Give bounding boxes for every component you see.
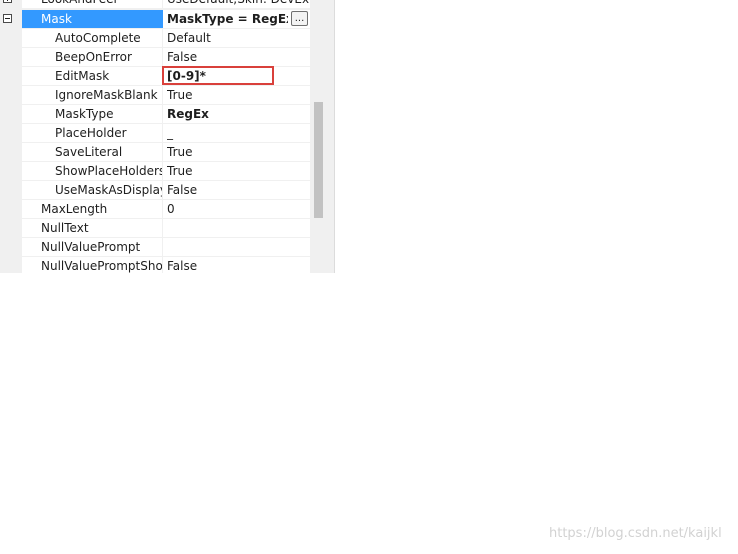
property-value[interactable]: Default [167,29,310,47]
property-value[interactable]: False [167,48,310,66]
property-row-masktype[interactable]: MaskType RegEx [22,105,310,124]
property-row-nullvaluepromptshowforemptyvalue[interactable]: NullValuePromptShowForEmptyValue False [22,257,310,273]
property-row-usemaskasdisplayformat[interactable]: UseMaskAsDisplayFormat False [22,181,310,200]
property-name: PlaceHolder [22,124,163,142]
property-value[interactable]: RegEx [167,105,310,123]
property-name: LookAndFeel [22,0,163,8]
property-value[interactable]: MaskType = RegEx, E [167,10,288,28]
property-name: Mask [22,10,163,28]
property-name: NullText [22,219,163,237]
property-name: EditMask [22,67,163,85]
property-row-beeponerror[interactable]: BeepOnError False [22,48,310,67]
property-name: AutoComplete [22,29,163,47]
highlight-box [162,66,274,85]
property-grid: LookAndFeel UseDefault;Skin: DevExpr Mas… [0,0,335,273]
property-value[interactable]: True [167,86,310,104]
property-row-autocomplete[interactable]: AutoComplete Default [22,29,310,48]
property-value[interactable]: _ [167,124,310,142]
property-row-showplaceholders[interactable]: ShowPlaceHolders True [22,162,310,181]
property-value[interactable]: False [167,257,310,273]
property-row-saveliteral[interactable]: SaveLiteral True [22,143,310,162]
property-row-nullvalueprompt[interactable]: NullValuePrompt [22,238,310,257]
property-value[interactable] [167,238,310,256]
property-name: SaveLiteral [22,143,163,161]
watermark-text: https://blog.csdn.net/kaijkl [549,526,722,541]
property-value[interactable]: True [167,162,310,180]
property-value[interactable] [167,219,310,237]
vertical-scrollbar[interactable] [311,0,324,273]
property-row-mask[interactable]: Mask MaskType = RegEx, E ... [3,10,310,29]
property-name: BeepOnError [22,48,163,66]
property-row-nulltext[interactable]: NullText [22,219,310,238]
property-value[interactable]: UseDefault;Skin: DevExpr [167,0,310,8]
property-name: ShowPlaceHolders [22,162,163,180]
property-name: UseMaskAsDisplayFormat [22,181,163,199]
property-row-placeholder[interactable]: PlaceHolder _ [22,124,310,143]
property-row-lookandfeel[interactable]: LookAndFeel UseDefault;Skin: DevExpr [3,0,310,9]
scroll-thumb[interactable] [314,102,323,218]
property-row-maxlength[interactable]: MaxLength 0 [22,200,310,219]
collapse-minus-icon[interactable] [3,14,12,23]
property-name: NullValuePromptShowForEmptyValue [22,257,163,273]
property-row-ignoremaskblank[interactable]: IgnoreMaskBlank True [22,86,310,105]
property-name: NullValuePrompt [22,238,163,256]
property-name: IgnoreMaskBlank [22,86,163,104]
property-name: MaskType [22,105,163,123]
expand-plus-icon[interactable] [3,0,12,3]
property-value[interactable]: True [167,143,310,161]
ellipsis-button[interactable]: ... [291,11,308,26]
property-name: MaxLength [22,200,163,218]
property-value[interactable]: 0 [167,200,310,218]
property-value[interactable]: False [167,181,310,199]
